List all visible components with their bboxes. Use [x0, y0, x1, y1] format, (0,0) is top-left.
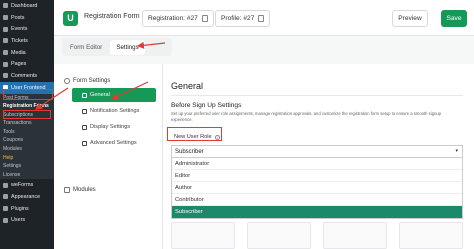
highlight-new-user-role [167, 127, 222, 141]
form-title: Registration Form [84, 13, 140, 20]
settings-nav-notification[interactable]: Notification Settings [72, 104, 156, 118]
submenu-license[interactable]: License [0, 171, 54, 180]
weforms-icon [3, 182, 8, 188]
option-card[interactable] [171, 222, 235, 249]
settings-nav-general[interactable]: General [72, 88, 156, 102]
calendar-icon [3, 26, 8, 32]
tab-form-editor[interactable]: Form Editor [64, 40, 108, 55]
role-option-subscriber[interactable]: Subscriber [172, 206, 462, 218]
submenu-help[interactable]: Help [0, 154, 54, 163]
settings-nav-advanced[interactable]: Advanced Settings [72, 136, 156, 150]
sidebar-item-media[interactable]: Media [0, 47, 54, 59]
sliders-icon [82, 140, 87, 146]
preview-button[interactable]: Preview [392, 10, 428, 27]
copy-icon[interactable] [258, 15, 265, 22]
sidebar-item-tickets[interactable]: Tickets [0, 35, 54, 47]
sidebar-item-appearance[interactable]: Appearance [0, 191, 54, 203]
form-builder-header: U Registration Form ▾ Registration: #27 … [54, 0, 474, 36]
profile-shortcode[interactable]: Profile: #27 [215, 10, 271, 27]
tab-settings[interactable]: Settings [110, 39, 145, 55]
sidebar-item-dashboard[interactable]: Dashboard [0, 0, 54, 12]
sidebar-item-pages[interactable]: Pages [0, 58, 54, 70]
ticket-icon [3, 38, 8, 44]
submenu-settings[interactable]: Settings [0, 162, 54, 171]
modules-icon [64, 187, 70, 193]
general-settings: General Before Sign Up Settings Set up y… [171, 64, 471, 249]
role-dropdown: Administrator Editor Author Contributor … [171, 157, 463, 219]
option-card[interactable] [399, 222, 463, 249]
submenu-modules[interactable]: Modules [0, 145, 54, 154]
divider [171, 95, 463, 96]
submenu-tools[interactable]: Tools [0, 128, 54, 137]
option-card[interactable] [247, 222, 311, 249]
submenu-coupons[interactable]: Coupons [0, 136, 54, 145]
user-frontend-submenu: Post Forms Registration Forms Subscripti… [0, 93, 54, 180]
bell-icon [82, 108, 87, 114]
comment-icon [3, 73, 8, 79]
new-user-role-select[interactable]: Subscriber ▾ [171, 145, 463, 157]
sidebar-item-weforms[interactable]: weForms [0, 179, 54, 191]
submenu-transactions[interactable]: Transactions [0, 119, 54, 128]
wpuf-logo-icon: U [63, 11, 78, 26]
subsection-title: Before Sign Up Settings [171, 102, 242, 109]
plugin-icon [3, 206, 8, 212]
builder-tabs: Form Editor Settings [62, 38, 172, 56]
chevron-down-icon: ▾ [455, 148, 458, 154]
form-title-switcher[interactable]: Registration Form ▾ [84, 13, 146, 20]
sidebar-item-plugins[interactable]: Plugins [0, 203, 54, 215]
settings-panel: Form Settings General Notification Setti… [54, 64, 474, 249]
highlight-user-frontend [3, 89, 53, 100]
wp-admin-sidebar: Dashboard Posts Events Tickets Media Pag… [0, 0, 54, 249]
pin-icon [3, 15, 8, 21]
copy-icon[interactable] [201, 15, 208, 22]
users-icon [3, 217, 8, 223]
divider [162, 64, 163, 249]
role-option-author[interactable]: Author [172, 182, 462, 194]
settings-nav: Form Settings General Notification Setti… [64, 78, 156, 152]
subsection-description: Set up your preferred user role assignme… [171, 111, 442, 122]
registration-shortcode[interactable]: Registration: #27 [142, 10, 214, 27]
role-option-administrator[interactable]: Administrator [172, 158, 462, 170]
general-icon [82, 92, 87, 98]
form-settings-header[interactable]: Form Settings [64, 78, 156, 84]
gear-icon [64, 78, 70, 84]
role-option-editor[interactable]: Editor [172, 170, 462, 182]
page-icon [3, 61, 8, 67]
dashboard-icon [3, 3, 8, 9]
media-icon [3, 50, 8, 56]
sidebar-item-events[interactable]: Events [0, 23, 54, 35]
approval-options [171, 222, 463, 249]
appearance-icon [3, 194, 8, 200]
option-card[interactable] [323, 222, 387, 249]
save-button[interactable]: Save [441, 10, 467, 27]
sidebar-item-users[interactable]: Users [0, 215, 54, 227]
display-icon [82, 124, 87, 130]
modules-link[interactable]: Modules [64, 187, 96, 193]
settings-nav-display[interactable]: Display Settings [72, 120, 156, 134]
section-title: General [171, 81, 204, 91]
role-option-contributor[interactable]: Contributor [172, 194, 462, 206]
sidebar-item-comments[interactable]: Comments [0, 70, 54, 82]
highlight-registration-forms [3, 110, 51, 119]
sidebar-item-posts[interactable]: Posts [0, 12, 54, 24]
